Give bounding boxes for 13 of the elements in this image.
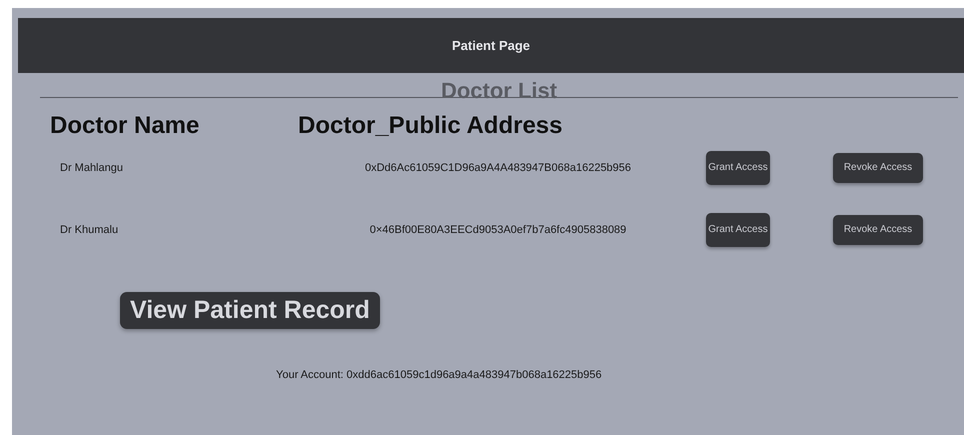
doctor-address: 0×46Bf00E80A3EECd9053A0ef7b7a6fc4905838089 — [368, 224, 628, 236]
column-header: Doctor_Public Address — [298, 112, 563, 140]
grant-access-button[interactable]: Grant Access — [706, 151, 770, 185]
doctor-name: Dr Mahlangu — [60, 162, 124, 174]
doctor-name: Dr Khumalu — [60, 224, 120, 236]
page-title: Patient Page — [452, 38, 530, 53]
grant-access-button[interactable]: Grant Access — [706, 213, 770, 247]
revoke-access-button[interactable]: Revoke Access — [833, 153, 923, 183]
doctor-address: 0xDd6Ac61059C1D96a9A4A483947B068a16225b956 — [364, 162, 632, 174]
column-header: Doctor Name — [50, 112, 200, 140]
account-text: Your Account: 0xdd6ac61059c1d96a9a4a483947b068a16225b956 — [276, 369, 602, 381]
revoke-access-button[interactable]: Revoke Access — [833, 215, 923, 245]
view-record-button[interactable]: View Patient Record — [120, 292, 380, 329]
